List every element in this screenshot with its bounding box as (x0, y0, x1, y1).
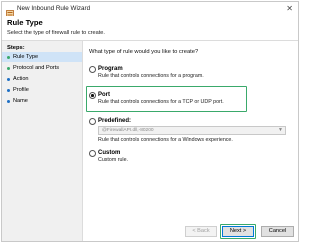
wizard-window: New Inbound Rule Wizard ✕ Rule Type Sele… (1, 1, 299, 242)
steps-list: Rule Type Protocol and Ports Action Profile… (2, 52, 82, 107)
steps-pane: Steps: Rule Type Protocol and Ports Action… (2, 41, 83, 241)
predefined-select-value: @FirewallAPI.dll,-80200 (102, 128, 154, 133)
step-bullet-icon (7, 77, 10, 81)
page-title: Rule Type (7, 18, 43, 27)
predefined-radio[interactable] (89, 118, 96, 125)
rule-type-content: What type of rule would you like to crea… (83, 41, 298, 241)
step-bullet-icon (7, 88, 10, 92)
option-description: Rule that controls connections for a pro… (98, 73, 204, 79)
chevron-down-icon: ▼ (278, 127, 283, 133)
step-label: Action (13, 76, 29, 82)
option-label[interactable]: Predefined: (98, 117, 131, 125)
wizard-header: Rule Type Select the type of firewall ru… (2, 16, 298, 41)
option-label[interactable]: Program (98, 65, 123, 73)
window-title: New Inbound Rule Wizard (17, 5, 91, 12)
close-icon[interactable]: ✕ (286, 3, 293, 15)
predefined-select[interactable]: @FirewallAPI.dll,-80200 ▼ (98, 126, 286, 135)
wizard-footer: < Back Next > Cancel (83, 226, 298, 241)
step-item: Protocol and Ports (2, 63, 82, 73)
port-option-highlight (86, 86, 247, 112)
step-item: Name (2, 96, 82, 106)
option-label[interactable]: Custom (98, 149, 120, 157)
step-label: Profile (13, 87, 29, 93)
step-bullet-icon (7, 66, 10, 70)
custom-radio[interactable] (89, 150, 96, 157)
title-bar: New Inbound Rule Wizard ✕ (2, 2, 298, 18)
step-bullet-icon (7, 99, 10, 103)
page-subtitle: Select the type of firewall rule to crea… (7, 30, 105, 36)
rule-type-question: What type of rule would you like to crea… (89, 49, 199, 55)
step-label: Rule Type (13, 54, 39, 60)
next-button-highlight (220, 224, 256, 239)
step-item: Profile (2, 85, 82, 95)
option-description: Custom rule. (98, 157, 129, 163)
steps-heading: Steps: (7, 45, 25, 51)
step-label: Protocol and Ports (13, 65, 60, 71)
back-button[interactable]: < Back (185, 226, 217, 237)
step-bullet-icon (7, 55, 10, 59)
step-item: Action (2, 74, 82, 84)
firewall-wizard-icon (6, 5, 14, 18)
step-label: Name (13, 98, 28, 104)
program-radio[interactable] (89, 66, 96, 73)
cancel-button[interactable]: Cancel (261, 226, 294, 237)
step-item: Rule Type (2, 52, 82, 62)
option-description: Rule that controls connections for a Win… (98, 137, 233, 143)
